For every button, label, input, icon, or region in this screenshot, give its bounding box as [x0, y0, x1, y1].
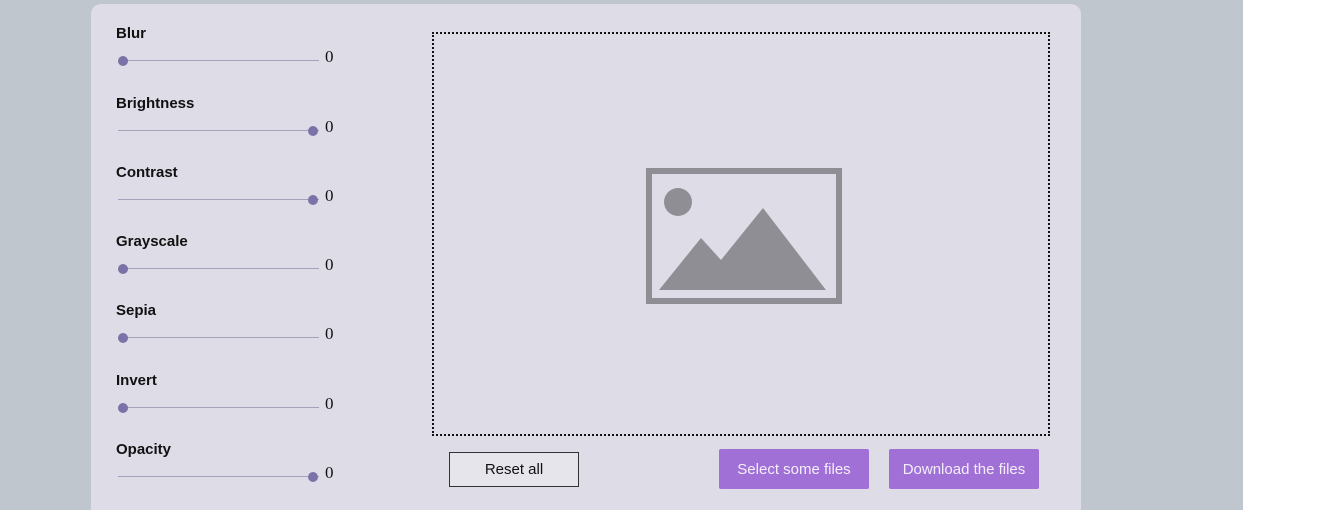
download-files-button[interactable]: Download the files — [889, 449, 1039, 489]
image-drop-area[interactable] — [432, 32, 1050, 436]
filter-value: 0 — [325, 47, 334, 66]
slider-thumb[interactable] — [118, 264, 128, 274]
filter-label: Sepia — [116, 302, 157, 319]
slider-track — [118, 476, 319, 477]
reset-all-button[interactable]: Reset all — [449, 452, 579, 487]
blur-slider[interactable] — [116, 53, 321, 69]
filter-label: Contrast — [116, 164, 178, 181]
slider-thumb[interactable] — [118, 333, 128, 343]
filter-label: Opacity — [116, 441, 172, 458]
contrast-slider[interactable] — [116, 192, 321, 208]
filter-value: 0 — [325, 255, 334, 274]
filter-label: Grayscale — [116, 233, 188, 250]
filter-value: 0 — [325, 394, 334, 413]
slider-track — [118, 130, 319, 131]
sepia-slider[interactable] — [116, 330, 321, 346]
filter-sepia: Sepia 0 — [116, 302, 346, 362]
filter-value: 0 — [325, 186, 334, 205]
filter-label: Blur — [116, 25, 146, 42]
filter-value: 0 — [325, 324, 334, 343]
filter-label: Invert — [116, 372, 157, 389]
grayscale-slider[interactable] — [116, 261, 321, 277]
filter-value: 0 — [325, 463, 334, 482]
slider-thumb[interactable] — [308, 195, 318, 205]
filter-label: Brightness — [116, 95, 195, 112]
filter-brightness: Brightness 0 — [116, 95, 346, 155]
brightness-slider[interactable] — [116, 123, 321, 139]
filter-contrast: Contrast 0 — [116, 164, 346, 224]
slider-track — [118, 268, 319, 269]
filter-blur: Blur 0 — [116, 25, 346, 85]
slider-track — [118, 407, 319, 408]
slider-track — [118, 337, 319, 338]
slider-track — [118, 199, 319, 200]
filter-grayscale: Grayscale 0 — [116, 233, 346, 293]
opacity-slider[interactable] — [116, 469, 321, 485]
filter-opacity: Opacity 0 — [116, 441, 346, 501]
filter-invert: Invert 0 — [116, 372, 346, 432]
slider-thumb[interactable] — [308, 126, 318, 136]
slider-thumb[interactable] — [308, 472, 318, 482]
filter-value: 0 — [325, 117, 334, 136]
invert-slider[interactable] — [116, 400, 321, 416]
slider-thumb[interactable] — [118, 403, 128, 413]
select-files-button[interactable]: Select some files — [719, 449, 869, 489]
editor-panel: Blur 0 Brightness 0 Contrast 0 Grayscale… — [91, 4, 1081, 510]
slider-thumb[interactable] — [118, 56, 128, 66]
image-placeholder-icon — [646, 168, 842, 304]
slider-track — [118, 60, 319, 61]
